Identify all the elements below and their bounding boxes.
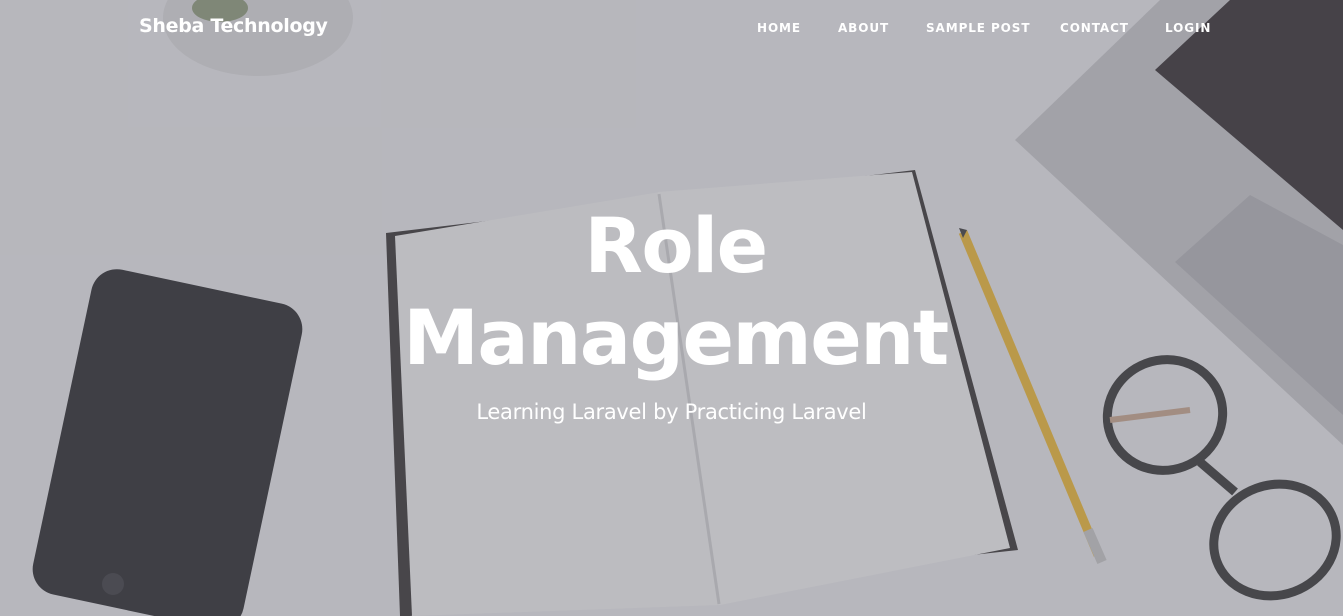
nav-contact-link[interactable]: CONTACT <box>1060 21 1129 35</box>
nav-home-link[interactable]: HOME <box>757 21 801 35</box>
nav-login-link[interactable]: LOGIN <box>1165 21 1211 35</box>
nav-about-link[interactable]: ABOUT <box>838 21 889 35</box>
hero-subtitle: Learning Laravel by Practicing Laravel <box>476 400 867 424</box>
page: Sheba Technology HOME ABOUT SAMPLE POST … <box>0 0 1343 616</box>
nav-sample-post-link[interactable]: SAMPLE POST <box>926 21 1030 35</box>
top-navbar: Sheba Technology HOME ABOUT SAMPLE POST … <box>0 0 1343 58</box>
hero-title: Role Management <box>403 201 949 382</box>
nav-links: HOME ABOUT SAMPLE POST CONTACT LOGIN <box>0 21 1343 37</box>
hero-header: Role Management Learning Laravel by Prac… <box>0 200 1343 424</box>
